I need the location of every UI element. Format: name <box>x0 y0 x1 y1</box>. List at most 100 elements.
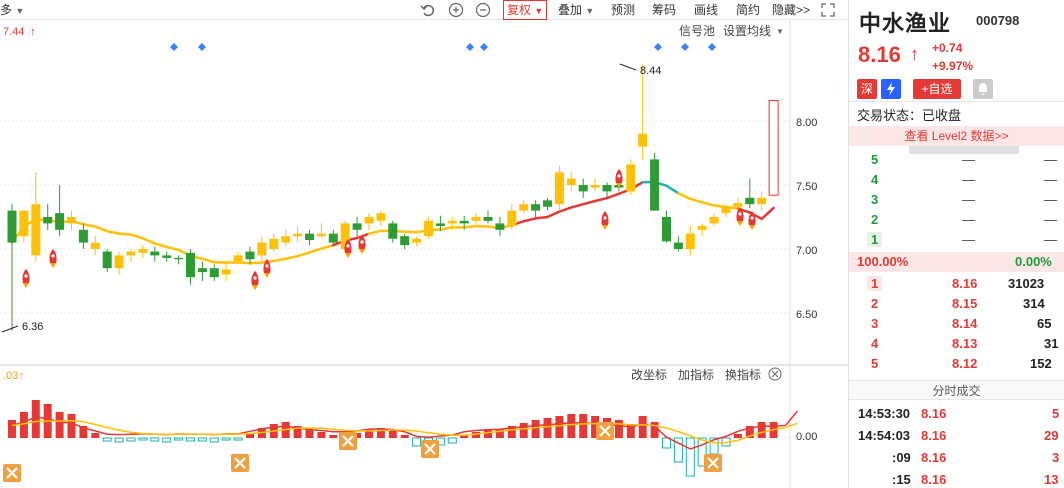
histogram-bar <box>8 420 16 438</box>
ma-segment <box>308 247 323 254</box>
cross-signal-icon[interactable] <box>596 422 614 440</box>
candle-body <box>55 213 65 230</box>
histogram-bar <box>412 437 422 447</box>
rocket-signal-icon[interactable] <box>49 249 57 268</box>
low-annot: 6.36 <box>22 321 43 333</box>
signal-diamond-icon[interactable] <box>480 43 488 51</box>
candle-body <box>459 220 469 224</box>
ask-row: 3— — <box>871 192 1057 207</box>
rocket-signal-icon[interactable] <box>251 271 259 290</box>
candle-body <box>543 200 552 207</box>
candle-body <box>209 268 219 278</box>
ma-segment <box>296 251 311 258</box>
candle-body <box>709 217 719 224</box>
y-tick: 8.00 <box>796 117 817 129</box>
ma-segment <box>320 243 335 250</box>
cross-signal-icon[interactable] <box>231 454 249 472</box>
rocket-signal-icon[interactable] <box>22 269 30 288</box>
ma-segment <box>689 197 704 204</box>
rocket-signal-icon[interactable] <box>601 211 609 230</box>
close-icon[interactable] <box>768 367 782 381</box>
candle-body <box>221 269 231 275</box>
ma-segment <box>129 233 145 240</box>
set-ma-button[interactable]: 设置均线 <box>723 24 771 38</box>
tick-row: 14:53:30 8.16 5 <box>858 406 1060 421</box>
candle-body <box>590 185 600 188</box>
forecast-button[interactable]: 预测 <box>611 0 635 20</box>
candle-body <box>67 217 76 224</box>
cross-signal-icon[interactable] <box>3 464 21 482</box>
add-indicator-button[interactable]: 加指标 <box>678 367 714 382</box>
level2-link[interactable]: 查看 Level2 数据>> <box>849 126 1064 146</box>
cross-signal-icon[interactable] <box>421 440 439 458</box>
signal-diamond-icon[interactable] <box>170 43 178 51</box>
ma-segment <box>236 261 252 265</box>
y-tick: 7.00 <box>796 245 817 257</box>
bid-row: 1 8.16 31023 <box>849 274 1064 294</box>
histogram-bar <box>543 418 552 438</box>
tick-row: :09 8.16 3 <box>892 450 1060 465</box>
candle-body <box>328 233 338 243</box>
histogram-bar <box>555 416 564 438</box>
histogram-bar <box>55 412 64 438</box>
candle-body <box>388 223 398 239</box>
candle-body <box>626 164 636 192</box>
candle-body <box>697 225 707 230</box>
ma-segment <box>760 206 775 221</box>
fullscreen-icon[interactable] <box>820 2 836 18</box>
cross-signal-icon[interactable] <box>704 454 722 472</box>
histogram-bar <box>150 437 160 442</box>
histogram-bar <box>519 423 528 438</box>
trade-status: 交易状态：已收盘 <box>857 108 962 123</box>
zoom-out-icon[interactable] <box>475 2 491 18</box>
switch-indicator-button[interactable]: 换指标 <box>725 367 761 382</box>
candle-body <box>352 223 362 230</box>
change-axis-button[interactable]: 改坐标 <box>631 368 667 382</box>
signal-diamond-icon[interactable] <box>654 43 662 51</box>
undo-icon[interactable] <box>420 2 436 18</box>
candle-body <box>435 223 445 226</box>
toolbar-more[interactable]: 多 ▼ <box>0 0 24 20</box>
histogram-bar <box>650 422 659 438</box>
signal-pool-button[interactable]: 信号池 <box>679 24 715 38</box>
ask-row: 4— — <box>871 172 1057 187</box>
cross-signal-icon[interactable] <box>339 432 357 450</box>
adjust-rights-button[interactable]: 复权 ▼ <box>503 0 548 20</box>
signal-diamond-icon[interactable] <box>681 43 689 51</box>
candle-body <box>257 242 267 256</box>
chevron-down-icon: ▼ <box>585 6 595 16</box>
ma-segment <box>201 257 216 264</box>
bell-icon[interactable] <box>973 79 993 99</box>
histogram-bar <box>531 420 540 438</box>
ma-segment <box>677 192 692 201</box>
histogram-bar <box>246 434 254 438</box>
kline-chart[interactable]: 7.44 ↑ 信号池 设置均线 ▼ 8.44 6.36 8.00 7.50 7.… <box>0 20 848 488</box>
zoom-in-icon[interactable] <box>448 2 464 18</box>
overlay-button[interactable]: 叠加 ▼ <box>558 0 594 20</box>
histogram-bar <box>126 437 136 442</box>
chevron-down-icon: ▼ <box>534 6 544 16</box>
ma-segment <box>117 232 133 236</box>
candle-body <box>400 236 410 246</box>
low-annot-line <box>1 325 19 333</box>
lightning-icon[interactable] <box>881 79 901 99</box>
simple-button[interactable]: 简约 <box>736 0 760 20</box>
candle-body <box>673 242 683 249</box>
signal-diamond-icon[interactable] <box>708 43 716 51</box>
candle-body <box>721 206 731 214</box>
histogram-bar <box>638 416 647 438</box>
hide-button[interactable]: 隐藏>> <box>772 0 810 20</box>
signal-diamond-icon[interactable] <box>198 43 206 51</box>
draw-line-button[interactable]: 画线 <box>694 0 718 20</box>
chips-button[interactable]: 筹码 <box>652 0 676 20</box>
candle-body <box>602 185 612 192</box>
signal-diamond-icon[interactable] <box>466 43 474 51</box>
candle-body <box>174 257 184 260</box>
histogram-bar <box>19 412 28 438</box>
candle-body <box>162 255 172 258</box>
candle-body <box>578 185 588 192</box>
add-watchlist-button[interactable]: +自选 <box>913 79 961 99</box>
candle-body <box>662 217 671 242</box>
candle-body <box>126 251 136 256</box>
quote-panel: 中水渔业 000798 8.16 ↑ +0.74 +9.97% 深 +自选 交易… <box>849 0 1064 488</box>
